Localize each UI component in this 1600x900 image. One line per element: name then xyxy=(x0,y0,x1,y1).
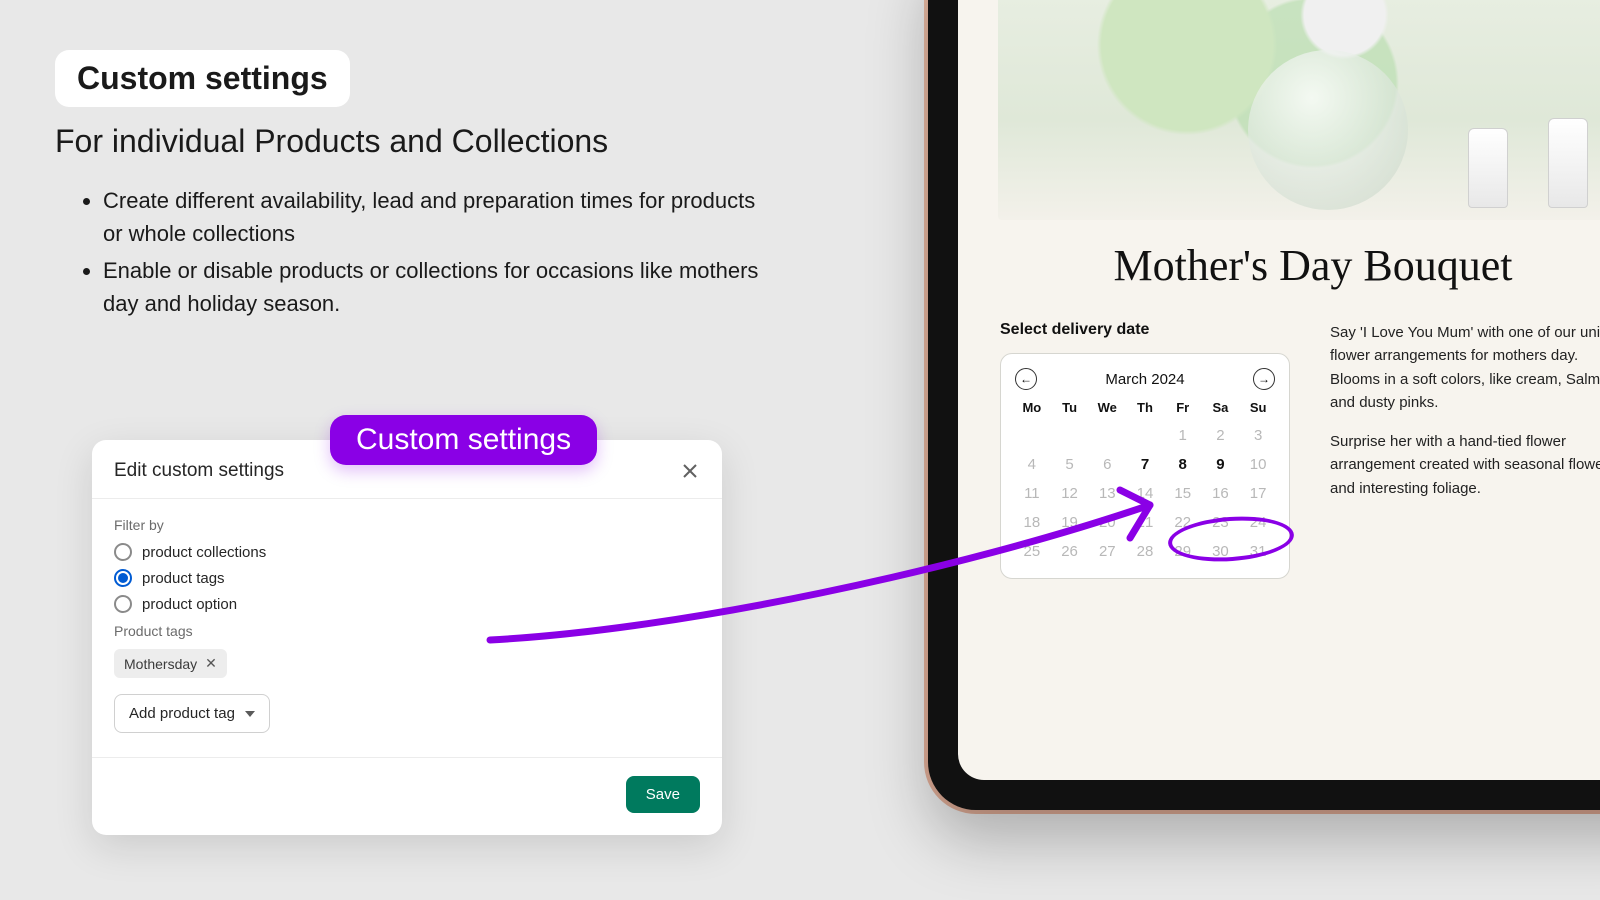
radio-label: product tags xyxy=(142,570,225,587)
calendar-day[interactable]: 24 xyxy=(1241,514,1275,531)
list-item: Create different availability, lead and … xyxy=(103,184,775,250)
calendar-day[interactable]: 31 xyxy=(1241,543,1275,560)
tag-text: Mothersday xyxy=(124,656,197,672)
calendar-day[interactable]: 19 xyxy=(1053,514,1087,531)
calendar-day[interactable]: 22 xyxy=(1166,514,1200,531)
calendar-day[interactable]: 25 xyxy=(1015,543,1049,560)
select-delivery-date-label: Select delivery date xyxy=(1000,321,1290,339)
page-title-badge: Custom settings xyxy=(55,50,350,107)
calendar-day[interactable]: 23 xyxy=(1204,514,1238,531)
edit-custom-settings-modal: Edit custom settings Filter by product c… xyxy=(92,440,722,835)
calendar-dow: Tu xyxy=(1053,400,1087,415)
add-tag-label: Add product tag xyxy=(129,705,235,722)
calendar-dow: We xyxy=(1090,400,1124,415)
calendar-month-label: March 2024 xyxy=(1105,371,1184,388)
description-paragraph: Surprise her with a hand-tied flower arr… xyxy=(1330,430,1600,500)
tablet-screen: Mother's Day Bouquet Select delivery dat… xyxy=(958,0,1600,780)
filter-by-label: Filter by xyxy=(114,517,700,533)
calendar-day[interactable]: 3 xyxy=(1241,427,1275,444)
calendar-prev-icon[interactable]: ← xyxy=(1015,368,1037,390)
product-tags-label: Product tags xyxy=(114,623,700,639)
calendar-day[interactable]: 8 xyxy=(1166,456,1200,473)
calendar-day[interactable]: 6 xyxy=(1090,456,1124,473)
product-description: Say 'I Love You Mum' with one of our uni… xyxy=(1330,321,1600,579)
calendar-dow: Su xyxy=(1241,400,1275,415)
save-button[interactable]: Save xyxy=(626,776,700,813)
calendar-day[interactable]: 28 xyxy=(1128,543,1162,560)
calendar-day[interactable]: 5 xyxy=(1053,456,1087,473)
calendar-day[interactable]: 14 xyxy=(1128,485,1162,502)
add-product-tag-button[interactable]: Add product tag xyxy=(114,694,270,733)
radio-label: product option xyxy=(142,596,237,613)
calendar-day xyxy=(1090,427,1124,444)
calendar-day[interactable]: 13 xyxy=(1090,485,1124,502)
callout-pill: Custom settings xyxy=(330,415,597,465)
calendar-day[interactable]: 9 xyxy=(1204,456,1238,473)
filter-option-tags[interactable]: product tags xyxy=(114,569,700,587)
feature-bullets: Create different availability, lead and … xyxy=(103,184,775,320)
calendar-next-icon[interactable]: → xyxy=(1253,368,1275,390)
radio-icon xyxy=(114,595,132,613)
calendar-day[interactable]: 10 xyxy=(1241,456,1275,473)
calendar-day[interactable]: 11 xyxy=(1015,485,1049,502)
modal-title: Edit custom settings xyxy=(114,460,284,482)
list-item: Enable or disable products or collection… xyxy=(103,254,775,320)
radio-label: product collections xyxy=(142,544,266,561)
product-title: Mother's Day Bouquet xyxy=(958,240,1600,291)
calendar-day[interactable]: 2 xyxy=(1204,427,1238,444)
calendar-day[interactable]: 4 xyxy=(1015,456,1049,473)
product-image xyxy=(998,0,1600,220)
calendar-dow: Th xyxy=(1128,400,1162,415)
close-icon[interactable] xyxy=(680,461,700,481)
calendar-day xyxy=(1053,427,1087,444)
filter-option-product-option[interactable]: product option xyxy=(114,595,700,613)
calendar-day[interactable]: 1 xyxy=(1166,427,1200,444)
remove-tag-icon[interactable]: ✕ xyxy=(205,655,217,672)
filter-option-collections[interactable]: product collections xyxy=(114,543,700,561)
calendar-day[interactable]: 16 xyxy=(1204,485,1238,502)
calendar-dow: Sa xyxy=(1204,400,1238,415)
calendar-dow: Fr xyxy=(1166,400,1200,415)
calendar-day[interactable]: 18 xyxy=(1015,514,1049,531)
calendar-day[interactable]: 17 xyxy=(1241,485,1275,502)
chevron-down-icon xyxy=(245,711,255,717)
page-subtitle: For individual Products and Collections xyxy=(55,123,775,160)
calendar-dow: Mo xyxy=(1015,400,1049,415)
tablet-device: Mother's Day Bouquet Select delivery dat… xyxy=(928,0,1600,810)
calendar-day[interactable]: 7 xyxy=(1128,456,1162,473)
radio-icon xyxy=(114,543,132,561)
calendar-day[interactable]: 30 xyxy=(1204,543,1238,560)
calendar-day[interactable]: 20 xyxy=(1090,514,1124,531)
calendar-day xyxy=(1128,427,1162,444)
calendar-day[interactable]: 21 xyxy=(1128,514,1162,531)
tag-chip[interactable]: Mothersday ✕ xyxy=(114,649,227,678)
calendar-day[interactable]: 15 xyxy=(1166,485,1200,502)
calendar-day[interactable]: 29 xyxy=(1166,543,1200,560)
calendar-day xyxy=(1015,427,1049,444)
radio-icon xyxy=(114,569,132,587)
calendar-day[interactable]: 27 xyxy=(1090,543,1124,560)
calendar-day[interactable]: 12 xyxy=(1053,485,1087,502)
calendar-day[interactable]: 26 xyxy=(1053,543,1087,560)
description-paragraph: Say 'I Love You Mum' with one of our uni… xyxy=(1330,321,1600,414)
delivery-date-calendar[interactable]: ← March 2024 → MoTuWeThFrSaSu12345678910… xyxy=(1000,353,1290,579)
